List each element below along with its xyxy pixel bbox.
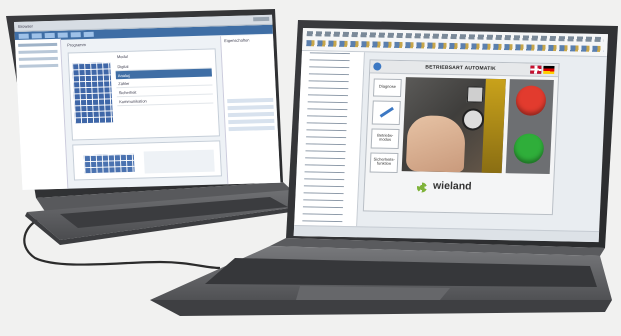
sidebar-item[interactable] — [18, 42, 58, 47]
module-title: Modul — [116, 53, 128, 60]
section-title: Programm — [67, 42, 87, 48]
home-icon[interactable] — [373, 62, 382, 71]
rotary-switch-icon — [461, 108, 485, 131]
wieland-logo: wieland — [416, 179, 517, 205]
toolbar-icon[interactable] — [83, 31, 94, 38]
lower-panel — [72, 140, 222, 181]
scene: Browser Programm Modul Digital Analog Zä… — [0, 0, 621, 336]
module-grid[interactable] — [72, 62, 114, 124]
toolbar-icon[interactable] — [18, 33, 29, 39]
properties-panel: Eigenschaften — [220, 34, 281, 185]
left-main: Programm Modul Digital Analog Zähler Sic… — [65, 38, 222, 182]
property-row[interactable] — [227, 97, 274, 104]
hmi-header: BETRIEBSART AUTOMATIK — [370, 60, 559, 78]
hmi-button-safety[interactable]: Sicherheits- funktion — [369, 152, 399, 174]
hmi-title: BETRIEBSART AUTOMATIK — [425, 64, 496, 72]
sidebar-item[interactable] — [19, 63, 59, 68]
right-screen: BETRIEBSART AUTOMATIK Diagnose Betriebs-… — [293, 28, 608, 243]
toolbar-icon[interactable] — [44, 32, 55, 39]
left-window-controls — [253, 16, 270, 22]
right-laptop-trackpad — [296, 286, 450, 300]
sidebar-item[interactable] — [18, 56, 58, 61]
property-row[interactable] — [227, 111, 275, 118]
stop-button[interactable] — [515, 85, 547, 116]
status-panel — [505, 79, 554, 175]
properties-title: Eigenschaften — [224, 37, 250, 44]
machine-photo — [401, 77, 506, 174]
hmi-button-mode[interactable]: Betriebs- modus — [370, 128, 400, 150]
left-screen: Browser Programm Modul Digital Analog Zä… — [14, 14, 281, 190]
hmi-panel: BETRIEBSART AUTOMATIK Diagnose Betriebs-… — [362, 59, 560, 216]
module-row[interactable]: Kommunikation — [116, 94, 214, 107]
wrench-icon — [379, 106, 394, 118]
hmi-button-tools[interactable] — [371, 100, 401, 126]
yellow-frame — [481, 78, 506, 174]
uk-flag-icon[interactable] — [530, 65, 542, 74]
property-row[interactable] — [228, 125, 275, 132]
brand-name: wieland — [432, 179, 472, 193]
left-window-title: Browser — [18, 23, 34, 29]
lower-grid[interactable] — [83, 153, 135, 174]
hand-shape — [405, 115, 467, 173]
property-row[interactable] — [228, 118, 275, 125]
logo-mark-icon — [416, 182, 428, 193]
property-row[interactable] — [227, 104, 274, 111]
toolbar-icon[interactable] — [70, 32, 81, 38]
panel-key-icon — [466, 86, 484, 103]
project-tree — [293, 51, 365, 238]
hmi-button-diagnose[interactable]: Diagnose — [372, 78, 402, 98]
sidebar-item[interactable] — [18, 49, 58, 54]
left-sidebar — [14, 38, 69, 190]
start-button[interactable] — [513, 133, 545, 164]
de-flag-icon[interactable] — [543, 65, 555, 75]
toolbar-icon[interactable] — [31, 33, 42, 39]
toolbar-icon[interactable] — [57, 32, 68, 38]
module-panel: Modul Digital Analog Zähler Sicherheit K… — [67, 48, 220, 141]
